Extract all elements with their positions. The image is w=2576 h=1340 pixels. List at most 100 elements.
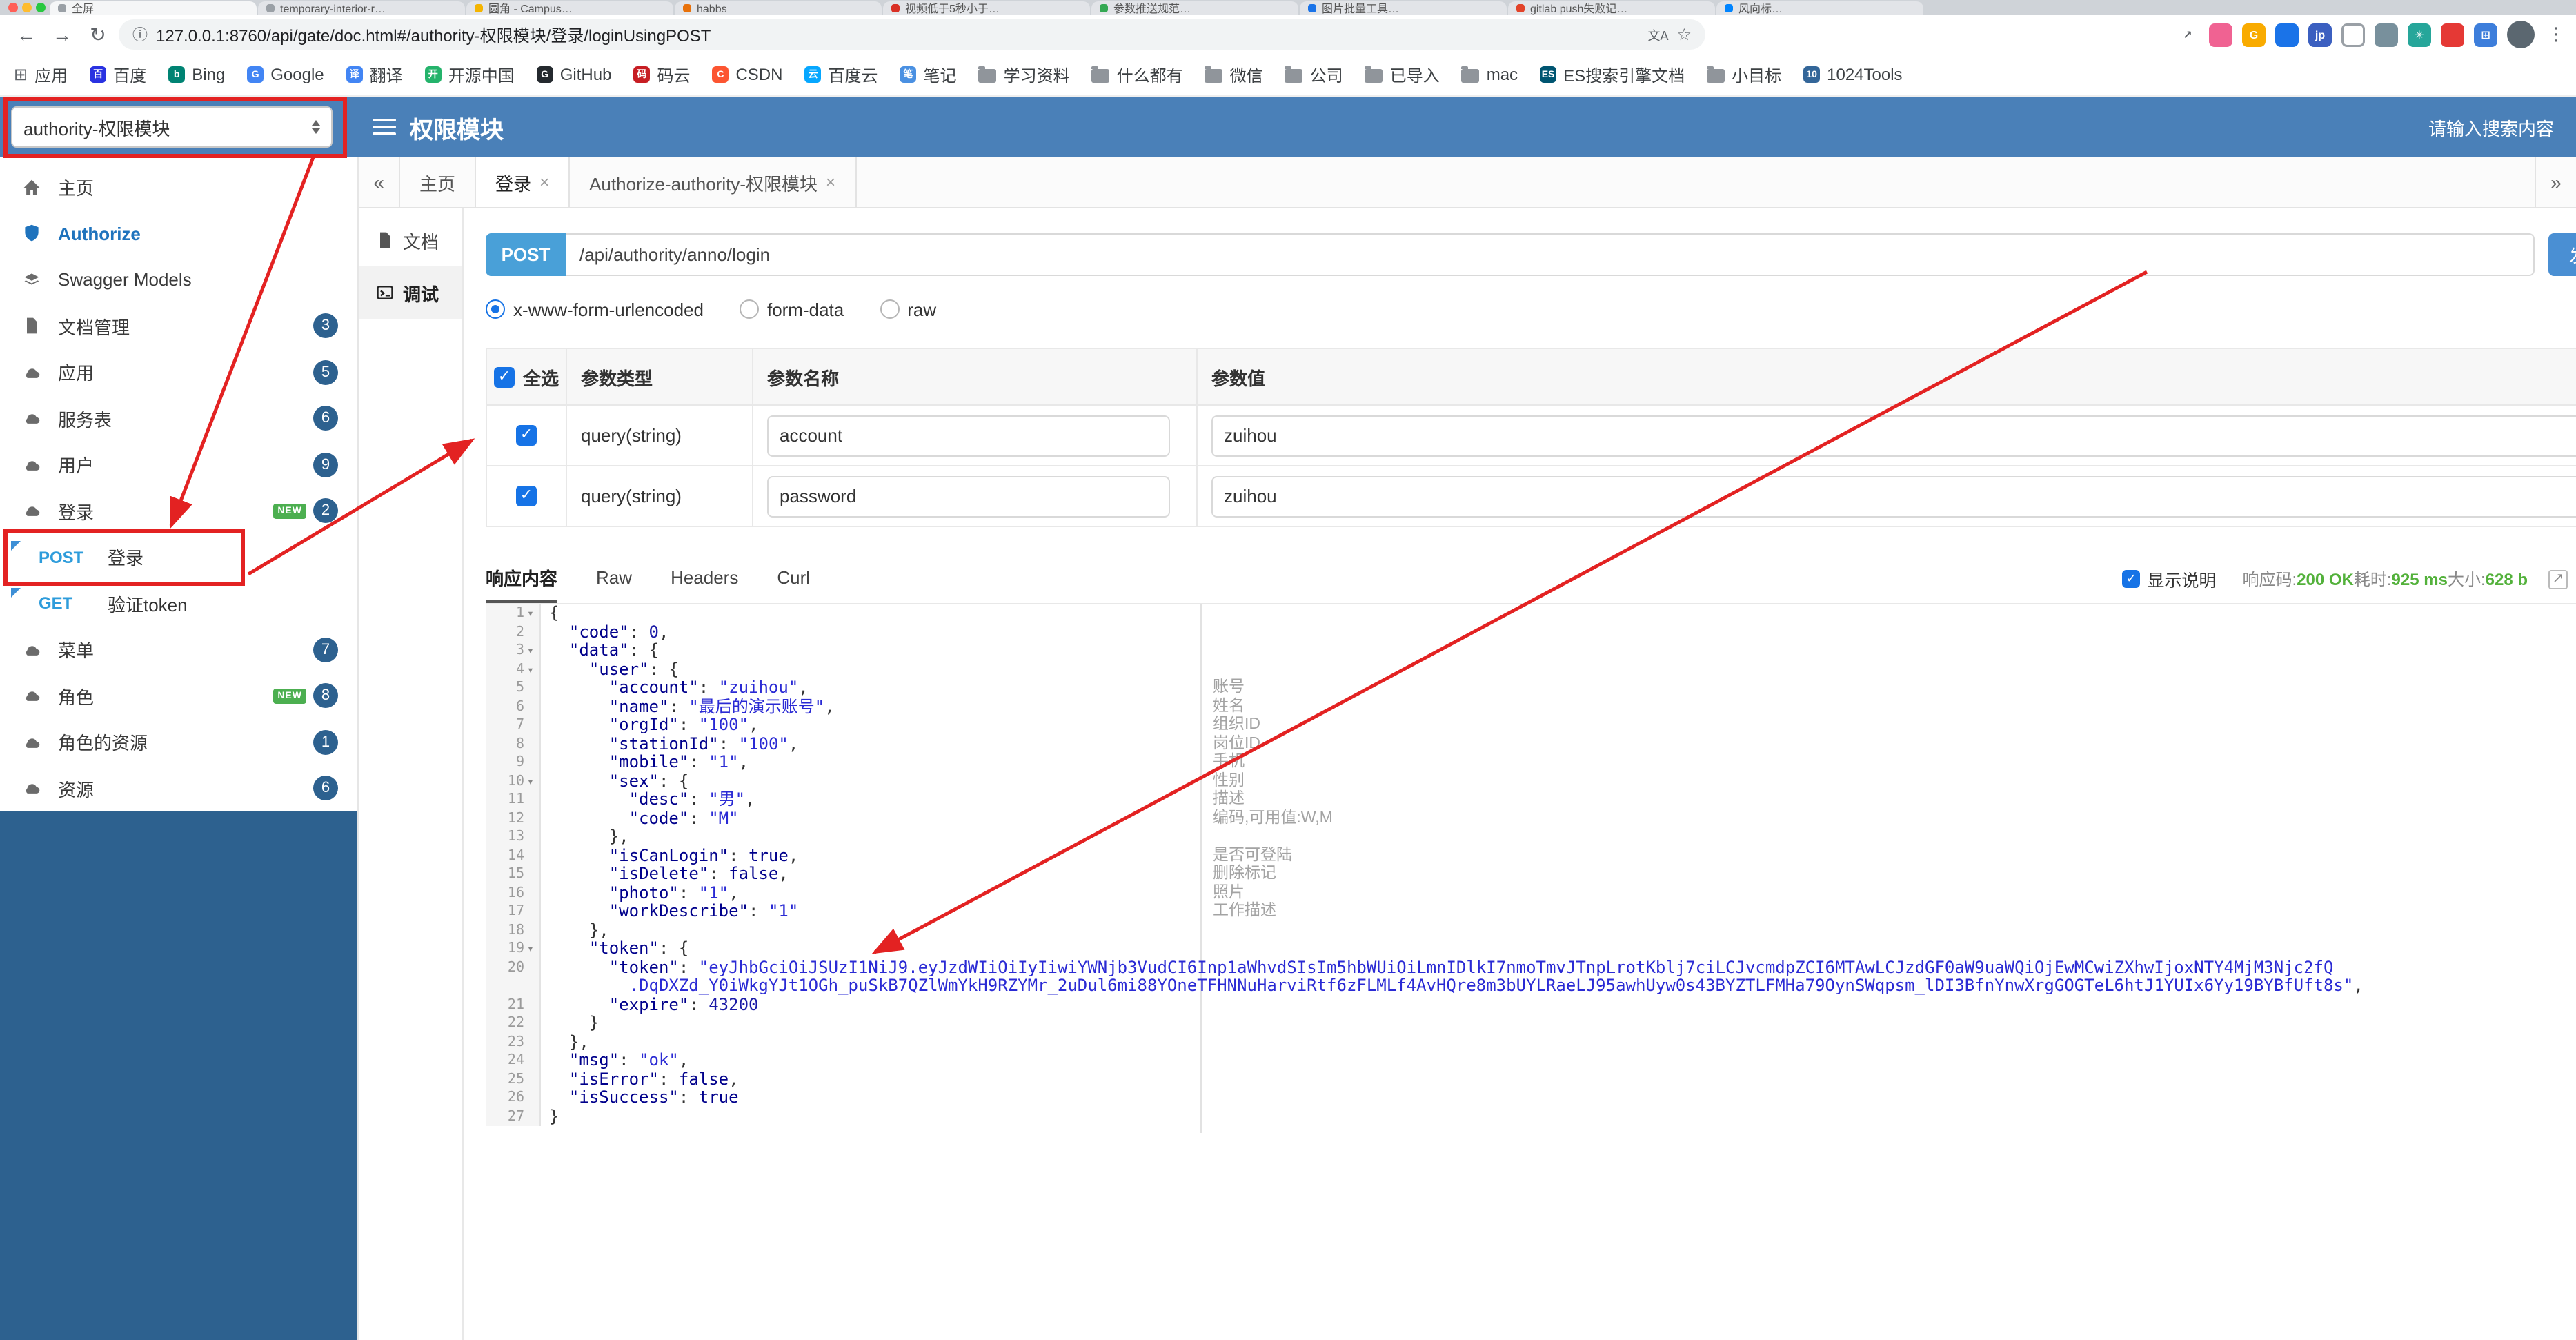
extension-icon[interactable]: ↗: [2176, 23, 2199, 46]
doc-tab[interactable]: 主页: [400, 157, 477, 207]
param-value-input[interactable]: zuihou: [1211, 415, 2576, 456]
bookmark-item[interactable]: 已导入: [1365, 63, 1440, 86]
extension-icon[interactable]: ⊞: [2474, 23, 2497, 46]
sidebar-item[interactable]: 文档管理 3: [0, 303, 357, 349]
bookmark-item[interactable]: 译翻译: [346, 63, 403, 86]
sidebar-item[interactable]: 菜单 7: [0, 627, 357, 673]
fold-icon[interactable]: ▾: [524, 645, 537, 658]
line-number[interactable]: 8: [486, 735, 541, 753]
bookmark-item[interactable]: C CSDN: [712, 65, 783, 84]
extension-icon[interactable]: ✳: [2408, 23, 2431, 46]
forward-button[interactable]: →: [47, 23, 77, 46]
bookmark-item[interactable]: ⊞ 应用: [14, 63, 68, 86]
bookmark-item[interactable]: 云百度云: [804, 63, 878, 86]
bookmark-item[interactable]: 什么都有: [1091, 63, 1183, 86]
response-tab[interactable]: Raw: [596, 555, 632, 603]
bookmark-item[interactable]: 笔笔记: [900, 63, 957, 86]
browser-tab[interactable]: 参数推送规范…: [1091, 1, 1298, 15]
module-select[interactable]: authority-权限模块: [11, 106, 333, 148]
extension-icon[interactable]: [2275, 23, 2299, 46]
sidebar-item[interactable]: Swagger Models: [0, 257, 357, 303]
close-tab-icon[interactable]: ×: [826, 173, 835, 192]
extension-icon[interactable]: [2441, 23, 2464, 46]
header-search-input[interactable]: 请输入搜索内容: [2428, 114, 2554, 140]
doc-tab[interactable]: Authorize-authority-权限模块 ×: [570, 157, 857, 207]
bookmark-item[interactable]: 开开源中国: [424, 63, 515, 86]
line-number[interactable]: 21: [486, 996, 541, 1014]
fold-icon[interactable]: ▾: [524, 608, 537, 620]
profile-avatar[interactable]: [2507, 21, 2535, 48]
bookmark-item[interactable]: 10 1024Tools: [1803, 65, 1903, 84]
line-number[interactable]: 23: [486, 1033, 541, 1052]
browser-tab[interactable]: temporary-interior-r…: [258, 1, 465, 15]
content-type-radio[interactable]: raw: [880, 299, 936, 319]
line-number[interactable]: 3 ▾: [486, 642, 541, 660]
bookmark-item[interactable]: mac: [1461, 65, 1518, 84]
bookmark-item[interactable]: 小目标: [1707, 63, 1781, 86]
browser-tab[interactable]: 风向标…: [1716, 1, 1923, 15]
line-number[interactable]: 27: [486, 1107, 541, 1126]
line-number[interactable]: 9: [486, 753, 541, 772]
line-number[interactable]: 6: [486, 698, 541, 716]
sidebar-item[interactable]: Authorize: [0, 210, 357, 257]
back-button[interactable]: ←: [11, 23, 41, 46]
browser-tab[interactable]: gitlab push失败记…: [1508, 1, 1715, 15]
line-number[interactable]: 17: [486, 903, 541, 921]
sidebar-item[interactable]: 登录 NEW 2: [0, 488, 357, 534]
menu-toggle-icon[interactable]: [373, 119, 396, 135]
line-number[interactable]: 10 ▾: [486, 772, 541, 791]
sidebar-item[interactable]: 用户 9: [0, 442, 357, 488]
minimize-window-button[interactable]: [22, 3, 32, 12]
collapse-tabs-button[interactable]: «: [359, 157, 400, 207]
line-number[interactable]: 16: [486, 884, 541, 903]
bookmark-item[interactable]: G Google: [247, 65, 324, 84]
bookmark-star-icon[interactable]: ☆: [1676, 25, 1692, 44]
extension-icon[interactable]: [2341, 23, 2365, 46]
line-number[interactable]: 15: [486, 865, 541, 884]
bookmark-item[interactable]: G GitHub: [536, 65, 611, 84]
bookmark-item[interactable]: 码码云: [633, 63, 690, 86]
line-number[interactable]: 1 ▾: [486, 604, 541, 623]
extension-icon[interactable]: [2209, 23, 2232, 46]
bookmark-item[interactable]: ES ES搜索引擎文档: [1540, 63, 1685, 86]
response-tab[interactable]: Curl: [777, 555, 810, 603]
param-name-input[interactable]: password: [767, 475, 1170, 517]
line-number[interactable]: 14: [486, 847, 541, 865]
param-value-input[interactable]: zuihou: [1211, 475, 2576, 517]
bookmark-item[interactable]: 公司: [1285, 63, 1343, 86]
line-number[interactable]: 7: [486, 716, 541, 735]
line-number[interactable]: 13: [486, 828, 541, 847]
fold-icon[interactable]: ▾: [524, 776, 537, 788]
param-name-input[interactable]: account: [767, 415, 1170, 456]
reload-button[interactable]: ↻: [83, 23, 113, 46]
sidebar-item[interactable]: 角色 NEW 8: [0, 673, 357, 719]
line-number[interactable]: 4 ▾: [486, 660, 541, 679]
row-checkbox[interactable]: [516, 425, 537, 446]
bookmark-item[interactable]: 学习资料: [978, 63, 1070, 86]
line-number[interactable]: 20: [486, 958, 541, 977]
browser-tab[interactable]: 圆角 - Campus…: [466, 1, 673, 15]
extension-icon[interactable]: jp: [2308, 23, 2332, 46]
row-checkbox[interactable]: [516, 486, 537, 506]
response-tab[interactable]: 响应内容: [486, 555, 558, 603]
close-tab-icon[interactable]: ×: [539, 173, 549, 192]
line-number[interactable]: 12: [486, 809, 541, 828]
close-window-button[interactable]: [8, 3, 18, 12]
show-desc-checkbox[interactable]: [2122, 570, 2141, 588]
sidebar-operation-get[interactable]: GET 验证token: [0, 580, 357, 627]
fold-icon[interactable]: ▾: [524, 664, 537, 676]
extension-icon[interactable]: G: [2242, 23, 2266, 46]
sidebar-item[interactable]: 服务表 6: [0, 395, 357, 442]
fullscreen-icon[interactable]: ↗: [2548, 569, 2568, 589]
translate-icon[interactable]: 文A: [1647, 26, 1668, 43]
doc-tab[interactable]: 登录 ×: [476, 157, 571, 207]
line-number[interactable]: 24: [486, 1052, 541, 1070]
browser-tab[interactable]: 图片批量工具…: [1300, 1, 1507, 15]
response-tab[interactable]: Headers: [671, 555, 738, 603]
content-type-radio[interactable]: x-www-form-urlencoded: [486, 299, 704, 319]
browser-tab[interactable]: 视频低于5秒小于…: [883, 1, 1090, 15]
line-number[interactable]: 18: [486, 921, 541, 940]
line-number[interactable]: 2: [486, 623, 541, 642]
sidebar-item[interactable]: 应用 5: [0, 349, 357, 395]
line-number[interactable]: 5: [486, 679, 541, 698]
